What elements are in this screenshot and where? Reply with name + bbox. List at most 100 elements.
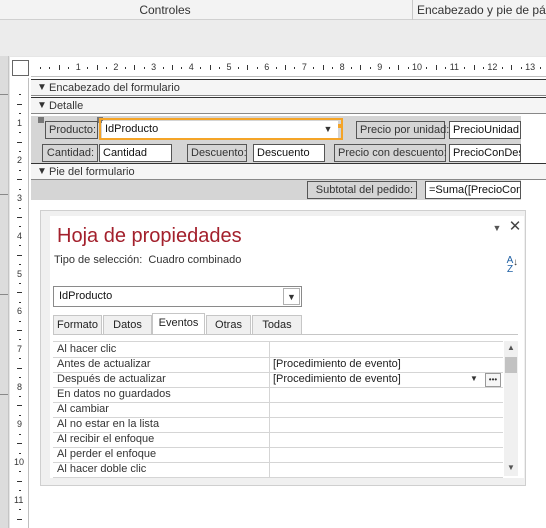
property-row[interactable]: Al cambiar [53,402,503,418]
property-value[interactable] [269,432,503,447]
precio-descuento-label[interactable]: Precio con descuento: [334,144,447,162]
property-value[interactable] [269,387,503,402]
ruler-tick [19,113,21,115]
tab-eventos[interactable]: Eventos [152,313,205,335]
ruler-tick [388,67,390,69]
ruler-tick [19,207,21,209]
ruler-number: 9 [17,419,23,430]
property-name: Al recibir el enfoque [57,433,155,445]
property-row[interactable]: Al hacer doble clic [53,462,503,478]
ruler-tick [407,67,409,69]
tab-otras[interactable]: Otras [206,315,251,334]
property-sheet-title: Hoja de propiedades [57,225,242,247]
chevron-down-icon[interactable]: ▼ [490,221,504,235]
ruler-tick [19,94,21,96]
property-row[interactable]: Al hacer clic [53,342,503,358]
tab-formato[interactable]: Formato [53,315,102,334]
cantidad-label[interactable]: Cantidad: [42,144,98,162]
ruler-number: 6 [17,306,23,317]
section-detail[interactable]: ▼ Detalle [31,97,546,114]
property-value[interactable] [269,447,503,462]
cantidad-field[interactable]: Cantidad [99,144,172,162]
ruler-tick [19,245,21,247]
ruler-tick [19,150,21,152]
ruler-tick [162,67,164,69]
property-row[interactable]: Antes de actualizar [Procedimiento de ev… [53,357,503,373]
scrollbar-thumb[interactable] [505,357,517,373]
chevron-up-icon[interactable]: ▲ [504,341,518,355]
ruler-tick [17,254,22,256]
ruler-tick [17,443,22,445]
property-row[interactable]: Después de actualizar [Procedimiento de … [53,372,503,388]
ruler-tick [124,67,126,69]
ruler-tick [19,358,21,360]
property-row[interactable]: Al perder el enfoque [53,447,503,463]
property-row[interactable]: En datos no guardados [53,387,503,403]
ruler-number: 2 [113,62,119,72]
ruler-tick [313,67,315,69]
property-value[interactable] [269,342,503,357]
ribbon-group-header-footer[interactable]: Encabezado y pie de pág [417,3,546,17]
ruler-number: 5 [17,268,23,279]
property-name: Al hacer doble clic [57,463,147,475]
property-grid-scrollbar[interactable]: ▲ ▼ [504,341,518,476]
subtotal-label[interactable]: Subtotal del pedido: [307,181,417,199]
horizontal-ruler[interactable]: 1 2 3 4 5 6 7 8 9 10 11 12 13 [31,59,546,77]
section-form-header[interactable]: ▼ Encabezado del formulario [31,79,546,96]
chevron-down-icon[interactable]: ▼ [504,461,518,475]
ruler-tick [464,67,466,69]
move-handle[interactable] [38,117,44,123]
close-icon[interactable]: ✕ [507,219,523,235]
precio-unidad-field[interactable]: PrecioUnidad [449,121,521,139]
ruler-number: 12 [487,62,498,72]
subtotal-field[interactable]: =Suma([PrecioConD [425,181,521,199]
form-selector[interactable] [12,60,29,76]
ruler-tick [171,65,173,70]
chevron-down-icon[interactable]: ▼ [320,122,336,137]
ruler-tick [19,226,21,228]
producto-combo[interactable]: IdProducto [102,121,338,138]
property-name: Después de actualizar [57,373,166,385]
ruler-number: 13 [525,62,536,72]
descuento-field[interactable]: Descuento [253,144,325,162]
property-row[interactable]: Al no estar en la lista [53,417,503,433]
ruler-tick [19,339,21,341]
property-value[interactable] [269,402,503,417]
navigation-pane-edge[interactable] [0,56,9,528]
property-value[interactable] [269,417,503,432]
ribbon-group-controls[interactable]: Controles [0,3,330,17]
resize-handle[interactable] [338,124,342,128]
property-row[interactable]: Al recibir el enfoque [53,432,503,448]
selection-type-label: Tipo de selección: [54,254,143,266]
producto-label[interactable]: Producto: [45,121,98,139]
sort-az-icon[interactable]: A Z ↓ [502,256,518,276]
section-form-footer[interactable]: ▼ Pie del formulario [31,163,546,180]
vertical-ruler[interactable]: 1 2 3 4 5 6 7 8 9 10 11 [12,78,29,528]
ruler-tick [539,67,541,69]
producto-combo-value: IdProducto [105,123,159,135]
property-value[interactable]: [Procedimiento de evento] [269,357,503,372]
precio-descuento-field[interactable]: PrecioConDes [449,144,521,162]
ruler-tick [19,414,21,416]
property-name: En datos no guardados [57,388,171,400]
section-expand-icon: ▼ [37,166,47,177]
ruler-tick [19,282,21,284]
descuento-label[interactable]: Descuento: [187,144,247,162]
chevron-down-icon[interactable]: ▼ [467,373,481,385]
chevron-down-icon[interactable]: ▼ [283,288,300,305]
ruler-tick [96,65,98,70]
property-value[interactable] [269,462,503,477]
ruler-tick [247,65,249,70]
tab-todas[interactable]: Todas [252,315,302,334]
section-expand-icon: ▼ [37,100,47,111]
object-selector[interactable]: IdProducto ▼ [53,286,302,307]
ruler-tick [285,65,287,70]
ruler-tick [68,67,70,69]
ellipsis-icon[interactable]: ••• [485,373,501,387]
ruler-number: 2 [17,155,23,166]
precio-unidad-label[interactable]: Precio por unidad: [356,121,449,139]
section-expand-icon: ▼ [37,82,47,93]
ruler-tick [501,67,503,69]
ruler-tick [58,65,60,70]
tab-datos[interactable]: Datos [103,315,152,334]
